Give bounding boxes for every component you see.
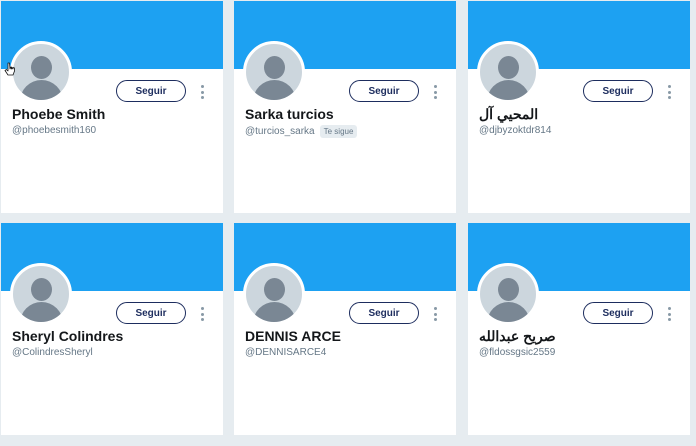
default-avatar-icon xyxy=(31,56,52,79)
handle-row: @DENNISARCE4 xyxy=(245,347,450,358)
more-vertical-icon[interactable] xyxy=(198,85,206,99)
user-name[interactable]: المحيي آل xyxy=(479,106,679,123)
more-vertical-icon[interactable] xyxy=(198,307,206,321)
default-avatar-icon xyxy=(264,278,285,301)
user-name[interactable]: Sarka turcios xyxy=(245,106,445,122)
more-vertical-icon[interactable] xyxy=(431,85,439,99)
user-name[interactable]: صريح عبدالله xyxy=(479,328,679,345)
user-handle[interactable]: @fldossgsic2559 xyxy=(479,347,555,358)
user-handle[interactable]: @ColindresSheryl xyxy=(12,347,93,358)
user-name[interactable]: Sheryl Colindres xyxy=(12,328,212,344)
more-vertical-icon[interactable] xyxy=(665,307,673,321)
user-card[interactable]: Seguir Phoebe Smith @phoebesmith160 xyxy=(1,1,223,213)
default-avatar-icon xyxy=(498,278,519,301)
avatar[interactable] xyxy=(10,41,72,103)
avatar[interactable] xyxy=(477,263,539,325)
user-name[interactable]: Phoebe Smith xyxy=(12,106,212,122)
follow-button[interactable]: Seguir xyxy=(349,80,419,102)
more-vertical-icon[interactable] xyxy=(431,307,439,321)
avatar[interactable] xyxy=(243,263,305,325)
user-handle[interactable]: @DENNISARCE4 xyxy=(245,347,326,358)
default-avatar-icon xyxy=(264,56,285,79)
follow-button[interactable]: Seguir xyxy=(116,302,186,324)
avatar[interactable] xyxy=(243,41,305,103)
handle-row: @ColindresSheryl xyxy=(12,347,217,358)
hand-pointer-icon xyxy=(4,62,15,76)
handle-row: @phoebesmith160 xyxy=(12,125,217,136)
user-name[interactable]: DENNIS ARCE xyxy=(245,328,445,344)
handle-row: @fldossgsic2559 xyxy=(479,347,684,358)
avatar[interactable] xyxy=(10,263,72,325)
handle-row: @turcios_sarka Te sigue xyxy=(245,125,450,138)
follows-you-badge: Te sigue xyxy=(319,125,358,138)
follow-button[interactable]: Seguir xyxy=(349,302,419,324)
follow-button[interactable]: Seguir xyxy=(583,80,653,102)
default-avatar-icon xyxy=(498,56,519,79)
default-avatar-icon xyxy=(31,278,52,301)
more-vertical-icon[interactable] xyxy=(665,85,673,99)
user-card[interactable]: Seguir DENNIS ARCE @DENNISARCE4 xyxy=(234,223,456,435)
user-handle[interactable]: @djbyzoktdr814 xyxy=(479,125,551,136)
handle-row: @djbyzoktdr814 xyxy=(479,125,684,136)
user-card[interactable]: Seguir المحيي آل @djbyzoktdr814 xyxy=(468,1,690,213)
user-handle[interactable]: @turcios_sarka xyxy=(245,126,315,137)
user-card[interactable]: Seguir Sheryl Colindres @ColindresSheryl xyxy=(1,223,223,435)
follow-button[interactable]: Seguir xyxy=(116,80,186,102)
user-handle[interactable]: @phoebesmith160 xyxy=(12,125,96,136)
follow-button[interactable]: Seguir xyxy=(583,302,653,324)
avatar[interactable] xyxy=(477,41,539,103)
user-card[interactable]: Seguir صريح عبدالله @fldossgsic2559 xyxy=(468,223,690,435)
user-card[interactable]: Seguir Sarka turcios @turcios_sarka Te s… xyxy=(234,1,456,213)
